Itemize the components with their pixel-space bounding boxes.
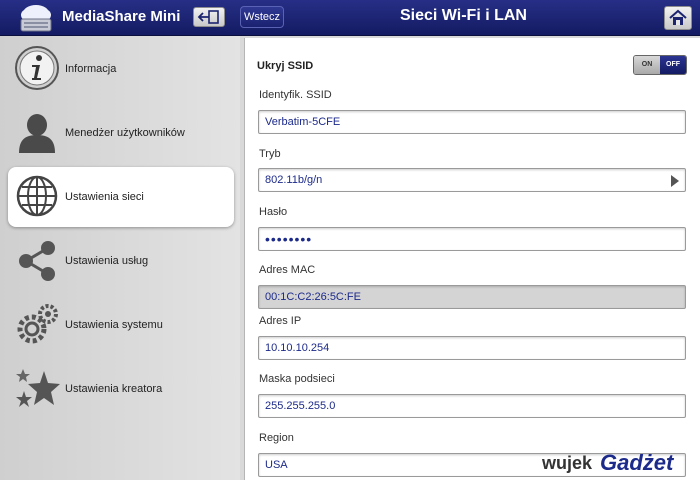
sidebar-item-information[interactable]: Informacja <box>8 39 234 99</box>
sidebar-item-user-manager[interactable]: Menedżer użytkowników <box>8 103 234 163</box>
netmask-label: Maska podsieci <box>259 373 335 385</box>
sidebar-item-label: Menedżer użytkowników <box>65 127 185 139</box>
globe-icon <box>16 175 58 217</box>
mode-value: 802.11b/g/n <box>265 174 323 186</box>
stars-icon <box>16 369 60 407</box>
app-title: MediaShare Mini <box>62 8 181 25</box>
share-icon <box>19 241 55 281</box>
exit-button[interactable] <box>193 7 225 27</box>
sidebar-item-wizard-settings[interactable]: Ustawienia kreatora <box>8 359 234 419</box>
sidebar: Informacja Menedżer użytkowników Ustawie… <box>0 36 240 480</box>
sidebar-item-label: Ustawienia usług <box>65 255 149 267</box>
sidebar-item-system-settings[interactable]: Ustawienia systemu <box>8 295 234 355</box>
watermark-part2: Gadżet <box>600 450 675 475</box>
ip-field[interactable]: 10.10.10.254 <box>258 336 686 360</box>
ssid-label: Identyfik. SSID <box>259 89 332 101</box>
netmask-field[interactable]: 255.255.255.0 <box>258 394 686 418</box>
play-arrow-icon <box>671 175 679 187</box>
watermark-part1: wujek <box>541 453 593 473</box>
toggle-off-option[interactable]: OFF <box>660 56 686 74</box>
ip-label: Adres IP <box>259 315 302 327</box>
top-bar: MediaShare Mini Wstecz Sieci Wi-Fi i LAN <box>0 0 700 36</box>
page-title: Sieci Wi-Fi i LAN <box>400 7 527 24</box>
password-field[interactable]: •••••••• <box>258 227 686 251</box>
mode-label: Tryb <box>259 148 281 160</box>
mode-select[interactable]: 802.11b/g/n <box>258 168 686 192</box>
sidebar-item-label: Ustawienia sieci <box>65 191 144 203</box>
hide-ssid-toggle[interactable]: ON OFF <box>633 55 687 75</box>
toggle-on-option[interactable]: ON <box>634 56 660 74</box>
back-button[interactable]: Wstecz <box>240 6 284 28</box>
exit-icon <box>197 10 219 24</box>
info-icon <box>15 46 59 90</box>
gears-icon <box>17 304 58 344</box>
user-icon <box>19 114 55 153</box>
network-settings-panel: Ukryj SSID ON OFF Identyfik. SSID Verbat… <box>244 38 700 480</box>
sidebar-item-label: Informacja <box>65 63 117 75</box>
ssid-field[interactable]: Verbatim-5CFE <box>258 110 686 134</box>
sidebar-item-label: Ustawienia kreatora <box>65 383 163 395</box>
mac-field: 00:1C:C2:26:5C:FE <box>258 285 686 309</box>
home-button[interactable] <box>664 6 692 30</box>
home-icon <box>669 9 687 25</box>
cloud-drive-logo <box>20 5 52 32</box>
password-label: Hasło <box>259 206 288 218</box>
watermark-logo: wujek Gadżet <box>541 450 675 475</box>
region-label: Region <box>259 432 294 444</box>
sidebar-item-service-settings[interactable]: Ustawienia usług <box>8 231 234 291</box>
sidebar-item-network-settings[interactable]: Ustawienia sieci <box>8 167 234 227</box>
hide-ssid-label: Ukryj SSID <box>257 60 314 72</box>
mac-label: Adres MAC <box>259 264 316 276</box>
sidebar-item-label: Ustawienia systemu <box>65 319 163 331</box>
